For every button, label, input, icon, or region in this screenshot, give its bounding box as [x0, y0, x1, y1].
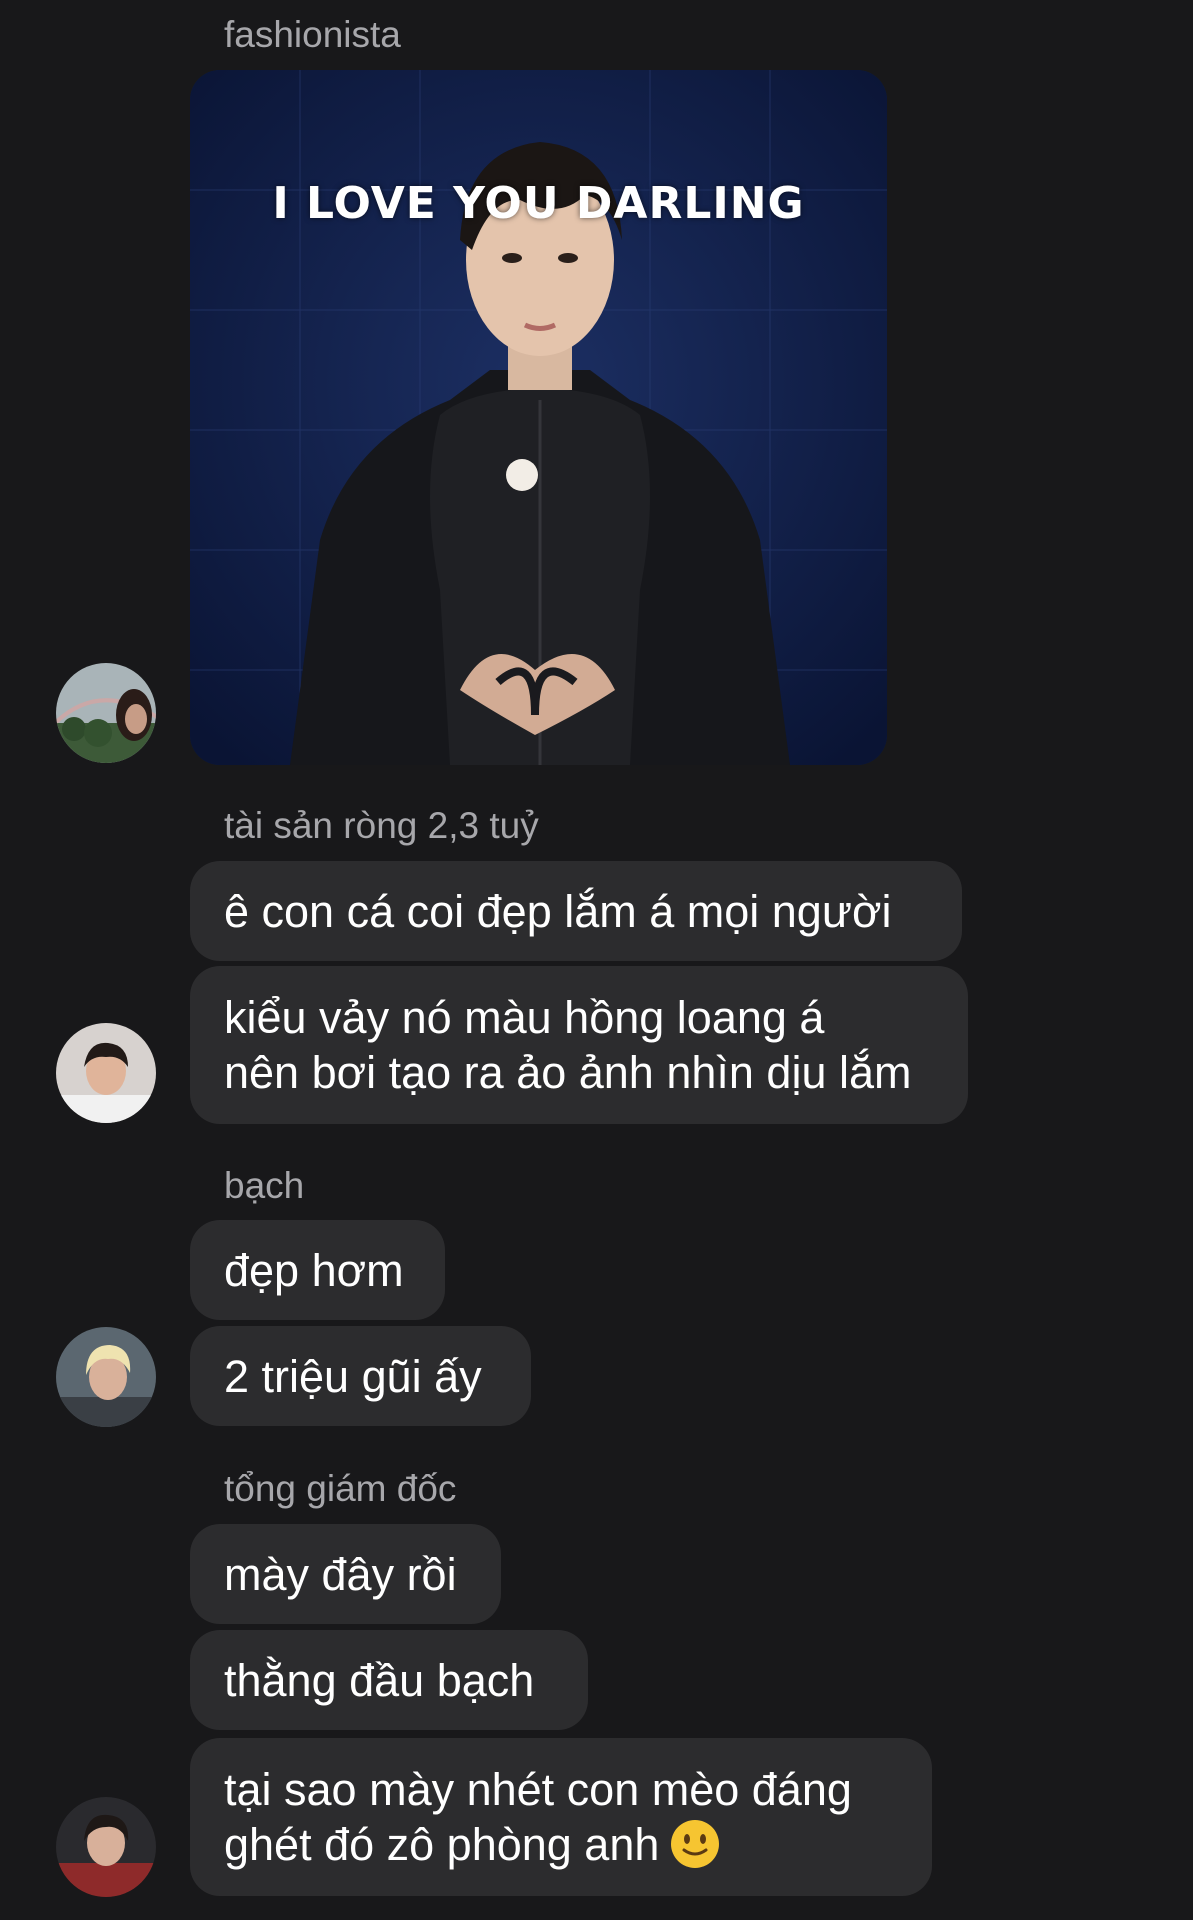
message-bubble[interactable]: ê con cá coi đẹp lắm á mọi người: [190, 861, 962, 961]
image-content: [190, 70, 887, 765]
image-message[interactable]: I LOVE YOU DARLING: [190, 70, 887, 765]
message-bubble[interactable]: kiểu vảy nó màu hồng loang á nên bơi tạo…: [190, 966, 968, 1124]
sender-name: bạch: [224, 1165, 305, 1206]
message-bubble[interactable]: thằng đầu bạch: [190, 1630, 588, 1730]
sender-name: tài sản ròng 2,3 tuỷ: [224, 805, 539, 846]
slightly-smiling-face-icon: [671, 1820, 720, 1868]
avatar-man-red-jacket-icon: [56, 1797, 156, 1897]
sender-name: tổng giám đốc: [224, 1468, 457, 1509]
message-text: kiểu vảy nó màu hồng loang á: [224, 992, 825, 1043]
message-text: mày đây rồi: [224, 1548, 457, 1600]
avatar[interactable]: [56, 1327, 156, 1427]
message-bubble[interactable]: mày đây rồi: [190, 1524, 501, 1624]
message-bubble[interactable]: đẹp hơm: [190, 1220, 445, 1320]
message-text: ghét đó zô phòng anh: [224, 1819, 660, 1870]
message-bubble[interactable]: tại sao mày nhét con mèo đáng ghét đó zô…: [190, 1738, 932, 1896]
avatar-blond-man-icon: [56, 1327, 156, 1427]
message-text: tại sao mày nhét con mèo đáng: [224, 1764, 852, 1815]
avatar[interactable]: [56, 1797, 156, 1897]
message-text: nên bơi tạo ra ảo ảnh nhìn dịu lắm: [224, 1047, 912, 1098]
sender-name: fashionista: [224, 14, 401, 55]
message-text: đẹp hơm: [224, 1244, 404, 1296]
message-text: 2 triệu gũi ấy: [224, 1350, 482, 1402]
image-caption: I LOVE YOU DARLING: [272, 178, 805, 229]
message-text: ê con cá coi đẹp lắm á mọi người: [224, 885, 892, 937]
avatar[interactable]: [56, 663, 156, 763]
avatar[interactable]: [56, 1023, 156, 1123]
message-bubble[interactable]: 2 triệu gũi ấy: [190, 1326, 531, 1426]
avatar-young-man-icon: [56, 1023, 156, 1123]
message-line: ghét đó zô phòng anh: [224, 1817, 898, 1872]
avatar-rainbow-landscape-icon: [56, 663, 156, 763]
message-text: thằng đầu bạch: [224, 1654, 535, 1706]
